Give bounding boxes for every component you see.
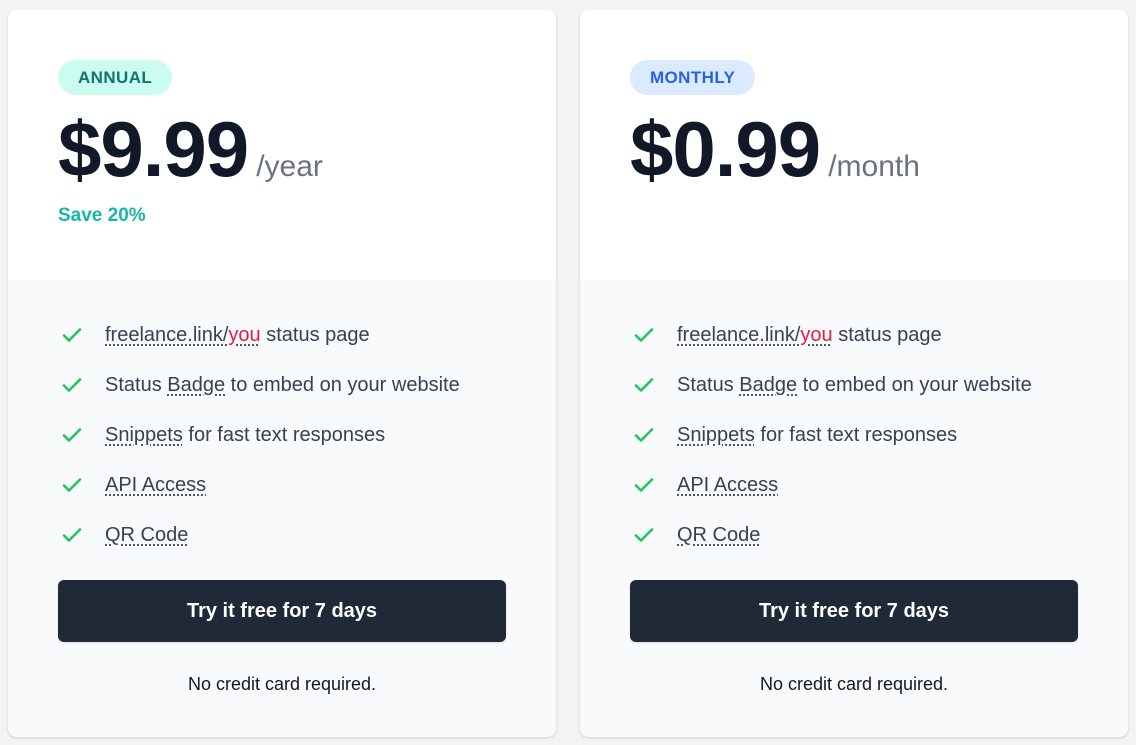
check-icon <box>62 378 82 392</box>
qr-code-link[interactable]: QR Code <box>105 524 188 547</box>
no-credit-card-note: No credit card required. <box>759 674 949 694</box>
api-access-link[interactable]: API Access <box>677 474 778 497</box>
feature-item: Snippets for fast text responses <box>58 410 506 460</box>
check-icon <box>634 428 654 442</box>
feature-text: to embed on your website <box>797 373 1032 396</box>
feature-text: Status <box>677 373 740 396</box>
check-icon <box>634 478 654 492</box>
snippets-link[interactable]: Snippets <box>677 424 755 446</box>
check-icon <box>62 478 82 492</box>
price-row: $9.99 /year <box>58 109 506 189</box>
feature-text: for fast text responses <box>754 423 958 446</box>
status-page-link[interactable]: freelance.link/you <box>677 324 833 346</box>
card-header: MONTHLY $0.99 /month <box>580 10 1128 280</box>
link-highlight: you <box>228 323 261 346</box>
feature-item: Snippets for fast text responses <box>630 410 1078 460</box>
card-body: freelance.link/you status page Status Ba… <box>8 280 556 695</box>
feature-text: for fast text responses <box>182 423 386 446</box>
status-badge-link[interactable]: Badge <box>739 374 797 396</box>
link-highlight: you <box>800 323 833 346</box>
feature-item: Status Badge to embed on your website <box>58 360 506 410</box>
status-page-link[interactable]: freelance.link/you <box>105 324 261 346</box>
check-icon <box>62 528 82 542</box>
price-period: /month <box>828 150 920 183</box>
qr-code-link[interactable]: QR Code <box>677 524 760 547</box>
feature-text: Status <box>105 373 168 396</box>
feature-item: API Access <box>630 460 1078 510</box>
no-credit-card-note: No credit card required. <box>187 674 377 694</box>
feature-item: QR Code <box>58 510 506 560</box>
pricing-card-annual: ANNUAL $9.99 /year Save 20% freelance.li… <box>8 10 556 737</box>
feature-item: QR Code <box>630 510 1078 560</box>
check-icon <box>62 328 82 342</box>
feature-item: API Access <box>58 460 506 510</box>
link-prefix: freelance.link/ <box>105 323 229 346</box>
savings-label: Save 20% <box>58 205 146 226</box>
try-free-button[interactable]: Try it free for 7 days <box>58 580 506 642</box>
feature-text: status page <box>260 323 370 346</box>
price: $9.99 <box>58 105 249 193</box>
plan-badge: ANNUAL <box>58 60 173 95</box>
check-icon <box>62 428 82 442</box>
status-badge-link[interactable]: Badge <box>167 374 225 396</box>
feature-item: freelance.link/you status page <box>630 310 1078 360</box>
feature-text: to embed on your website <box>225 373 460 396</box>
feature-text: status page <box>832 323 942 346</box>
feature-item: Status Badge to embed on your website <box>630 360 1078 410</box>
try-free-button[interactable]: Try it free for 7 days <box>630 580 1078 642</box>
check-icon <box>634 328 654 342</box>
price: $0.99 <box>630 105 821 193</box>
card-body: freelance.link/you status page Status Ba… <box>580 280 1128 695</box>
plan-badge: MONTHLY <box>630 60 756 95</box>
check-icon <box>634 528 654 542</box>
feature-item: freelance.link/you status page <box>58 310 506 360</box>
card-header: ANNUAL $9.99 /year Save 20% <box>8 10 556 280</box>
feature-list: freelance.link/you status page Status Ba… <box>58 310 506 560</box>
api-access-link[interactable]: API Access <box>105 474 206 497</box>
pricing-card-monthly: MONTHLY $0.99 /month freelance.link/you … <box>580 10 1128 737</box>
link-prefix: freelance.link/ <box>677 323 801 346</box>
check-icon <box>634 378 654 392</box>
snippets-link[interactable]: Snippets <box>105 424 183 446</box>
price-period: /year <box>256 150 323 183</box>
price-row: $0.99 /month <box>630 109 1078 189</box>
feature-list: freelance.link/you status page Status Ba… <box>630 310 1078 560</box>
